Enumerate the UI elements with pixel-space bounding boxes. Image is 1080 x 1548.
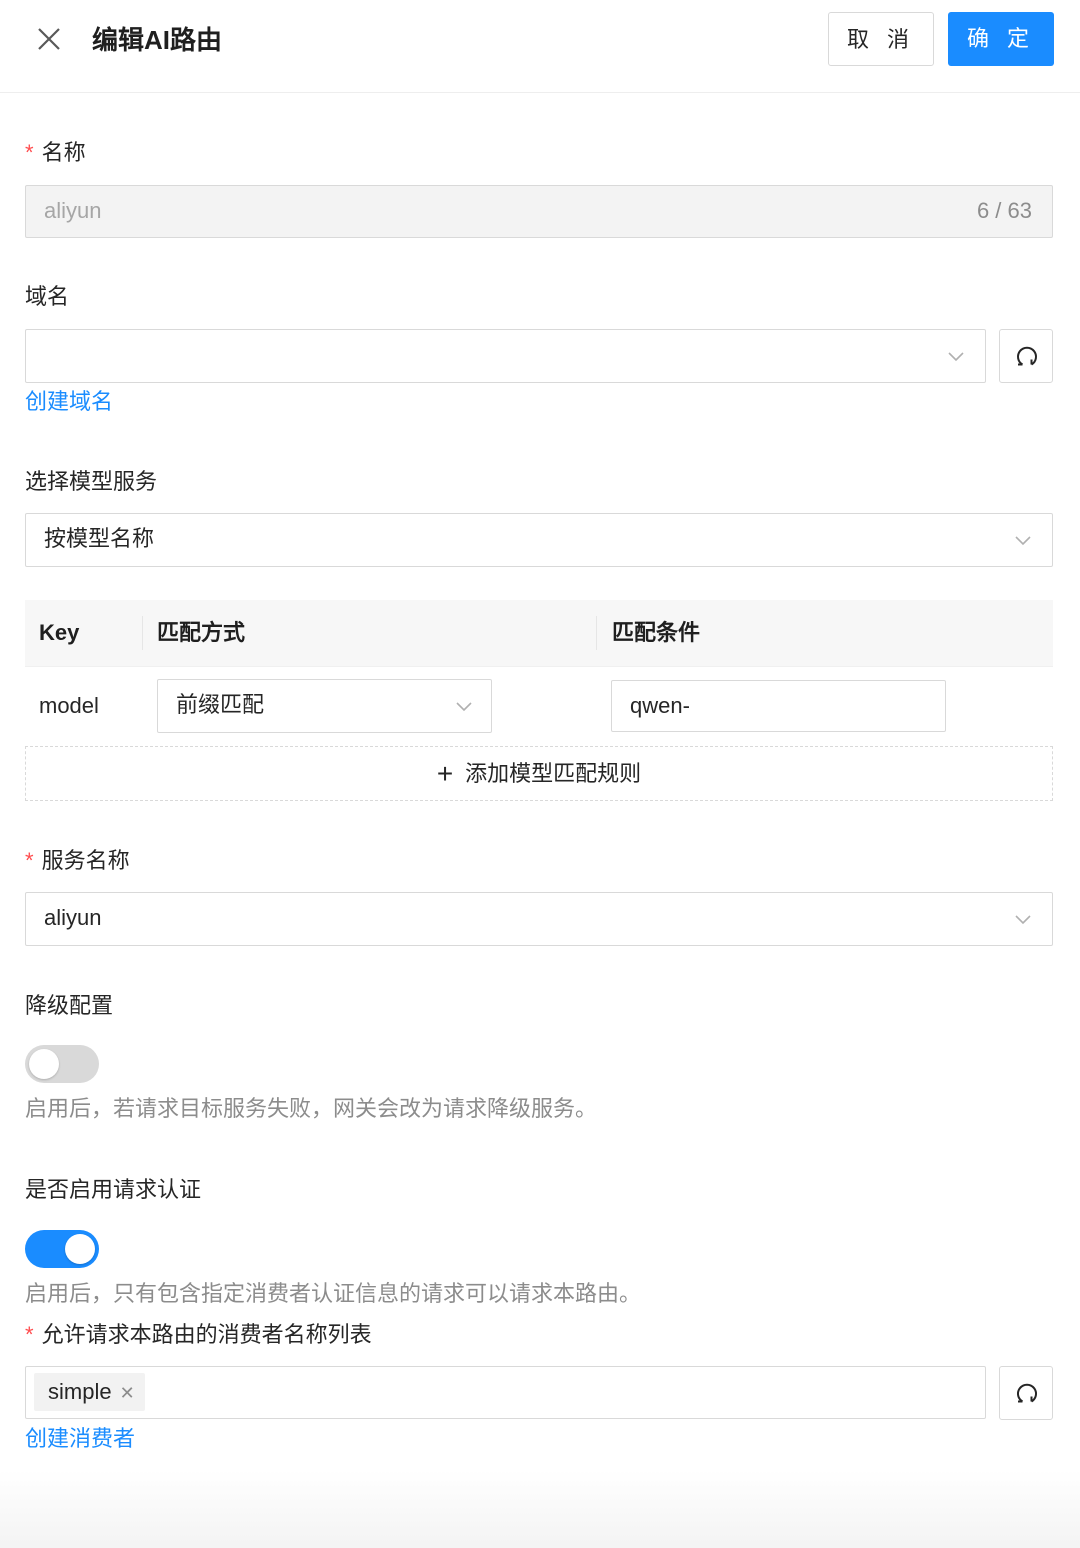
column-header-match-type: 匹配方式 xyxy=(157,620,246,645)
bottom-shadow xyxy=(0,1470,1080,1548)
auth-hint: 启用后，只有包含指定消费者认证信息的请求可以请求本路由。 xyxy=(25,1281,642,1306)
required-mark: * xyxy=(25,140,34,165)
drawer-header: 编辑AI路由 取 消 确 定 xyxy=(0,0,1080,93)
confirm-button[interactable]: 确 定 xyxy=(948,12,1054,66)
service-name-value: aliyun xyxy=(44,905,102,930)
domain-select[interactable] xyxy=(25,329,986,383)
match-type-value: 前缀匹配 xyxy=(176,692,265,717)
auth-label: 是否启用请求认证 xyxy=(25,1177,202,1202)
match-condition-input[interactable]: qwen- xyxy=(611,680,946,732)
consumers-select[interactable]: simple ✕ xyxy=(25,1366,986,1419)
match-rules-table-header: Key 匹配方式 匹配条件 xyxy=(25,600,1053,666)
plus-icon: + xyxy=(436,758,454,789)
close-icon[interactable]: ✕ xyxy=(120,1383,135,1403)
name-input-value: aliyun xyxy=(44,198,102,223)
add-match-rule-button[interactable]: + 添加模型匹配规则 xyxy=(25,746,1053,801)
fallback-switch[interactable] xyxy=(25,1045,99,1083)
refresh-icon xyxy=(1014,344,1040,375)
switch-knob xyxy=(65,1234,95,1264)
required-mark: * xyxy=(25,1322,34,1347)
column-divider xyxy=(596,616,597,650)
model-service-select-value: 按模型名称 xyxy=(44,526,155,551)
close-icon[interactable] xyxy=(34,24,64,54)
row-key: model xyxy=(39,693,99,718)
cancel-button[interactable]: 取 消 xyxy=(828,12,934,66)
match-type-select[interactable]: 前缀匹配 xyxy=(157,679,492,733)
create-domain-link[interactable]: 创建域名 xyxy=(25,387,113,417)
fallback-label: 降级配置 xyxy=(25,993,114,1018)
service-name-label: * 服务名称 xyxy=(25,848,130,873)
fallback-hint: 启用后，若请求目标服务失败，网关会改为请求降级服务。 xyxy=(25,1096,598,1121)
table-divider xyxy=(25,666,1053,667)
refresh-icon xyxy=(1014,1381,1040,1412)
switch-knob xyxy=(29,1049,59,1079)
auth-switch[interactable] xyxy=(25,1230,99,1268)
match-condition-value: qwen- xyxy=(630,693,690,718)
required-mark: * xyxy=(25,848,34,873)
chevron-down-icon xyxy=(1013,909,1033,929)
name-input[interactable]: aliyun 6 / 63 xyxy=(25,185,1053,238)
chevron-down-icon xyxy=(946,346,966,366)
column-header-key: Key xyxy=(39,620,80,645)
chevron-down-icon xyxy=(454,696,474,716)
chevron-down-icon xyxy=(1013,530,1033,550)
consumers-refresh-button[interactable] xyxy=(999,1366,1053,1420)
model-service-label: 选择模型服务 xyxy=(25,469,158,494)
consumers-label: * 允许请求本路由的消费者名称列表 xyxy=(25,1322,372,1347)
name-label: * 名称 xyxy=(25,140,86,165)
model-service-select[interactable]: 按模型名称 xyxy=(25,513,1053,567)
domain-label: 域名 xyxy=(25,284,70,309)
column-header-condition: 匹配条件 xyxy=(612,620,701,645)
drawer-title: 编辑AI路由 xyxy=(92,25,223,55)
create-consumer-link[interactable]: 创建消费者 xyxy=(25,1424,135,1454)
column-divider xyxy=(142,616,143,650)
consumer-tag: simple ✕ xyxy=(34,1373,145,1411)
service-name-select[interactable]: aliyun xyxy=(25,892,1053,946)
domain-refresh-button[interactable] xyxy=(999,329,1053,383)
name-char-counter: 6 / 63 xyxy=(976,198,1032,223)
